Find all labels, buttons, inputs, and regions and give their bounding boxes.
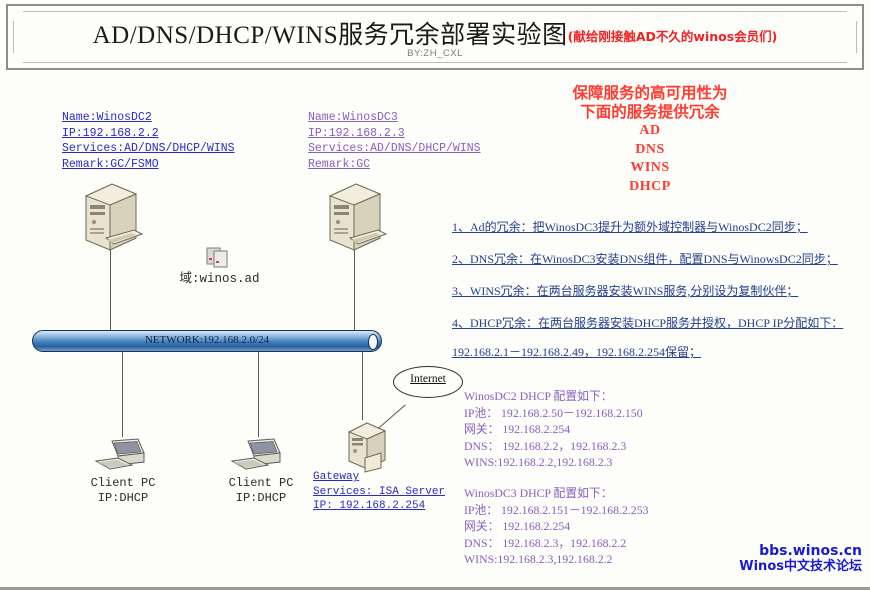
server-icon-winosdc2: [78, 178, 146, 261]
wire-network-to-gateway: [362, 352, 364, 420]
network-bar: NETWORK:192.168.2.0/24: [32, 330, 382, 352]
winosdc2-ip: IP:192.168.2.2: [62, 126, 159, 140]
title-subtitle-text: (献给刚接触AD不久的winos会员们): [567, 29, 778, 44]
dhcp-config-winosdc2-dns: DNS： 192.168.2.2，192.168.2.3: [464, 438, 627, 453]
winosdc2-remark: Remark:GC/FSMO: [62, 157, 159, 171]
gateway-ip: IP: 192.168.2.254: [313, 500, 426, 512]
redundancy-service-dns: DNS: [635, 141, 665, 157]
dhcp-config-winosdc2-wins: WINS:192.168.2.2,192.168.2.3: [464, 455, 613, 469]
redundancy-header-line1: 保障服务的高可用性为: [572, 85, 728, 102]
dhcp-config-winosdc3-title: WinosDC3 DHCP 配置如下：: [464, 486, 613, 500]
title-main-text: AD/DNS/DHCP/WINS服务冗余部署实验图: [92, 22, 568, 49]
server-label-winosdc3: Name:WinosDC3 IP:192.168.2.3 Services:AD…: [308, 110, 481, 172]
dhcp-config-winosdc2-pool: IP池： 192.168.2.50－192.168.2.150: [464, 405, 643, 420]
client-pc-ip-2: IP:DHCP: [235, 491, 287, 505]
gateway-name: Gateway: [313, 471, 360, 483]
watermark-url: bbs.winos.cn: [759, 543, 862, 559]
winosdc3-ip: IP:192.168.2.3: [308, 126, 405, 140]
dhcp-config-winosdc2: WinosDC2 DHCP 配置如下： IP池： 192.168.2.50－19…: [464, 388, 643, 471]
server-label-winosdc2: Name:WinosDC2 IP:192.168.2.2 Services:AD…: [62, 110, 235, 172]
server-icon-winosdc3: [322, 178, 390, 261]
winosdc2-name: Name:WinosDC2: [62, 111, 152, 124]
note-item-2: 2、DNS冗余：在WinosDC3安装DNS组件，配置DNS与WinowsDC2…: [452, 252, 838, 266]
winosdc3-services: Services:AD/DNS/DHCP/WINS: [308, 142, 481, 155]
watermark-forum-name: Winos中文技术论坛: [739, 559, 862, 574]
client-pc-name-2: Client PC: [228, 476, 294, 490]
redundancy-service-ad: AD: [639, 123, 661, 138]
note-item-4: 4、DHCP冗余：在两台服务器安装DHCP服务并授权，DHCP IP分配如下：: [452, 316, 844, 330]
domain-icon: [205, 244, 231, 275]
dhcp-config-winosdc3: WinosDC3 DHCP 配置如下： IP池： 192.168.2.151－1…: [464, 485, 649, 568]
redundancy-service-wins: WINS: [630, 160, 670, 175]
winosdc3-remark: Remark:GC: [308, 157, 371, 171]
redundancy-header-line2: 下面的服务提供冗余: [580, 104, 720, 121]
internet-label: Internet: [410, 373, 446, 385]
gateway-services: Services: ISA Server: [313, 485, 446, 498]
redundancy-header: 保障服务的高可用性为 下面的服务提供冗余 AD DNS WINS DHCP: [530, 84, 770, 196]
dhcp-config-winosdc3-wins: WINS:192.168.2.3,192.168.2.2: [464, 552, 613, 566]
client-pc-ip-1: IP:DHCP: [97, 491, 149, 505]
wire-winosdc3-to-network: [354, 250, 356, 330]
internet-cloud: Internet: [393, 366, 463, 398]
network-bar-label: NETWORK:192.168.2.0/24: [144, 334, 270, 346]
domain-label: 域:winos.ad: [179, 272, 260, 286]
winosdc2-services: Services:AD/DNS/DHCP/WINS: [62, 142, 235, 155]
note-item-3: 3、WINS冗余：在两台服务器安装WINS服务,分别设为复制伙伴；: [452, 284, 799, 298]
title-banner: AD/DNS/DHCP/WINS服务冗余部署实验图(献给刚接触AD不久的wino…: [6, 4, 864, 70]
network-bar-end-cap: [368, 334, 378, 350]
client-pc-label-1: Client PC IP:DHCP: [78, 476, 168, 506]
wire-network-to-client2: [258, 352, 260, 437]
redundancy-service-dhcp: DHCP: [629, 178, 671, 194]
dhcp-config-winosdc2-title: WinosDC2 DHCP 配置如下：: [464, 389, 613, 403]
dhcp-config-winosdc2-gateway: 网关： 192.168.2.254: [464, 422, 571, 436]
dhcp-config-winosdc3-dns: DNS： 192.168.2.3，192.168.2.2: [464, 535, 627, 550]
winosdc3-name: Name:WinosDC3: [308, 111, 398, 124]
client-pc-name-1: Client PC: [90, 476, 156, 490]
watermark: bbs.winos.cn Winos中文技术论坛: [739, 543, 862, 575]
wire-winosdc2-to-network: [110, 250, 112, 330]
note-item-1: 1、Ad的冗余：把WinosDC3提升为额外域控制器与WinosDC2同步；: [452, 220, 808, 234]
page-title: AD/DNS/DHCP/WINS服务冗余部署实验图(献给刚接触AD不久的wino…: [8, 15, 862, 51]
dhcp-config-winosdc3-gateway: 网关： 192.168.2.254: [464, 519, 571, 533]
client-pc-label-2: Client PC IP:DHCP: [216, 476, 306, 506]
byline: BY:ZH_CXL: [407, 48, 463, 59]
diagram-canvas: AD/DNS/DHCP/WINS服务冗余部署实验图(献给刚接触AD不久的wino…: [0, 0, 870, 587]
dhcp-config-winosdc3-pool: IP池： 192.168.2.151－192.168.2.253: [464, 502, 649, 517]
note-item-4-range: 192.168.2.1－192.168.2.49，192.168.2.254保留…: [452, 345, 702, 359]
wire-network-to-client1: [122, 352, 124, 437]
gateway-label: Gateway Services: ISA Server IP: 192.168…: [313, 470, 445, 514]
